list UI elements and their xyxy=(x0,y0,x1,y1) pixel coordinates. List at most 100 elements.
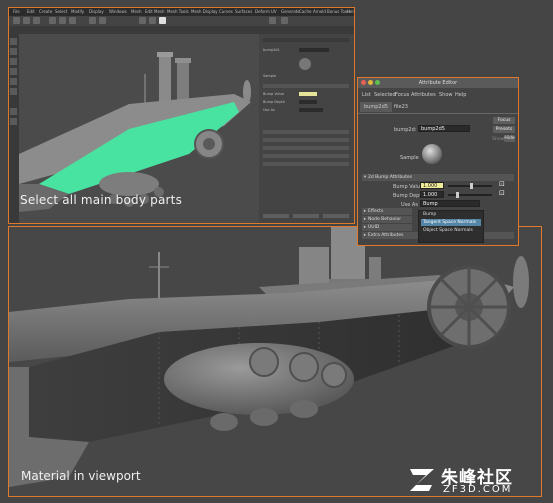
menu-item[interactable]: Deform xyxy=(255,8,270,16)
menu-item[interactable]: Display xyxy=(89,8,104,16)
layout-icon[interactable] xyxy=(10,108,17,115)
menu-item[interactable]: Create xyxy=(39,8,52,16)
menu-list[interactable]: List xyxy=(362,90,371,100)
bump-value-field[interactable]: 1.000 xyxy=(420,182,444,189)
panel-button[interactable] xyxy=(263,214,289,218)
node-name-field[interactable]: bump2d5 xyxy=(418,125,470,132)
zf3d-logo-icon xyxy=(410,469,434,491)
panel-section[interactable] xyxy=(263,154,349,158)
menu-item[interactable]: Mesh Display xyxy=(191,8,218,16)
menu-item[interactable]: Curves xyxy=(219,8,233,16)
tab-file23[interactable]: file23 xyxy=(390,102,412,112)
menu-item[interactable]: Edit xyxy=(27,8,35,16)
panel-section[interactable] xyxy=(263,84,349,88)
map-button-icon[interactable]: ⊡ xyxy=(499,189,505,197)
section-effects[interactable]: ▸ Effects xyxy=(362,208,412,215)
menu-focus[interactable]: Focus xyxy=(395,90,409,100)
focus-button[interactable]: Focus xyxy=(493,117,515,124)
panel-section[interactable] xyxy=(263,162,349,166)
toolbar-button[interactable] xyxy=(89,17,96,24)
bump2d-label: bump2d: xyxy=(394,127,417,133)
lasso-tool-icon[interactable] xyxy=(10,48,17,55)
tab-bump2d5[interactable]: bump2d5 xyxy=(360,102,392,112)
toolbar-button[interactable] xyxy=(281,17,288,24)
presets-button[interactable]: Presets xyxy=(493,126,515,133)
bump-depth-field[interactable]: 1.000 xyxy=(420,191,444,198)
menu-item[interactable]: Surfaces xyxy=(235,8,252,16)
menu-item[interactable]: Modify xyxy=(71,8,84,16)
sample-label: Sample xyxy=(400,155,419,161)
hide-button[interactable]: Hide xyxy=(504,135,515,142)
menu-item[interactable]: Arnold xyxy=(313,8,326,16)
panel-row: Sample xyxy=(263,74,277,78)
menu-item[interactable]: Windows xyxy=(109,8,127,16)
use-as-dropdown-menu: Bump Tangent Space Normals Object Space … xyxy=(418,210,484,243)
map-button-icon[interactable]: ⊡ xyxy=(499,180,505,188)
menu-item[interactable]: File xyxy=(13,8,20,16)
toolbar-button[interactable] xyxy=(13,17,20,24)
panel-field[interactable] xyxy=(299,100,317,104)
menu-item[interactable]: Generate xyxy=(281,8,300,16)
maya-toolbox xyxy=(9,34,19,223)
toolbar-button[interactable] xyxy=(99,17,106,24)
dropdown-option[interactable]: Object Space Normals xyxy=(421,227,481,234)
menu-selected[interactable]: Selected xyxy=(374,90,396,100)
section-node-behavior[interactable]: ▸ Node Behavior xyxy=(362,216,412,223)
scale-tool-icon[interactable] xyxy=(10,88,17,95)
menu-item[interactable]: Select xyxy=(55,8,67,16)
menu-show[interactable]: Show xyxy=(439,90,453,100)
select-tool-icon[interactable] xyxy=(10,38,17,45)
dropdown-option-selected[interactable]: Tangent Space Normals xyxy=(421,219,481,226)
toolbar-button[interactable] xyxy=(23,17,30,24)
panel-section[interactable] xyxy=(263,138,349,142)
panel-field[interactable] xyxy=(299,48,329,52)
menu-item[interactable]: Cache xyxy=(299,8,311,16)
section-label: UUID xyxy=(368,225,380,230)
toolbar-button[interactable] xyxy=(159,17,166,24)
sample-swatch xyxy=(299,58,311,70)
menu-item[interactable]: Mesh Tools xyxy=(167,8,189,16)
toolbar-button[interactable] xyxy=(269,17,276,24)
bump-depth-slider[interactable] xyxy=(448,194,492,196)
panel-button[interactable] xyxy=(293,214,319,218)
menu-item[interactable]: Mesh xyxy=(131,8,142,16)
slider-handle[interactable] xyxy=(456,192,459,198)
section-label: Effects xyxy=(368,209,384,214)
toolbar-button[interactable] xyxy=(59,17,66,24)
minimize-icon[interactable] xyxy=(368,80,373,85)
dropdown-option[interactable]: Bump xyxy=(421,211,481,218)
attribute-editor-window: Attribute Editor List Selected Focus Att… xyxy=(357,77,519,246)
panel-button[interactable] xyxy=(323,214,349,218)
close-icon[interactable] xyxy=(361,80,366,85)
panel-field[interactable] xyxy=(299,92,317,96)
toolbar-button[interactable] xyxy=(149,17,156,24)
menu-item[interactable]: UV xyxy=(271,8,277,16)
move-tool-icon[interactable] xyxy=(10,68,17,75)
panel-section[interactable] xyxy=(263,146,349,150)
layout-icon[interactable] xyxy=(10,118,17,125)
use-as-select[interactable]: Bump xyxy=(420,200,480,207)
maximize-icon[interactable] xyxy=(375,80,380,85)
section-label: 2d Bump Attributes xyxy=(368,175,412,180)
watermark: 朱峰社区 ZF3D.COM xyxy=(407,463,547,497)
sample-swatch-icon xyxy=(422,144,442,164)
toolbar-button[interactable] xyxy=(139,17,146,24)
caption-bottom: Material in viewport xyxy=(21,469,141,483)
paint-tool-icon[interactable] xyxy=(10,58,17,65)
section-2d-bump-attributes[interactable]: ▾ 2d Bump Attributes xyxy=(362,174,514,181)
menu-help[interactable]: Help xyxy=(455,90,466,100)
menu-item[interactable]: Edit Mesh xyxy=(145,8,165,16)
toolbar-button[interactable] xyxy=(69,17,76,24)
panel-field[interactable] xyxy=(299,108,323,112)
slider-handle[interactable] xyxy=(470,183,473,189)
section-uuid[interactable]: ▸ UUID xyxy=(362,224,412,231)
caption-top: Select all main body parts xyxy=(20,193,183,207)
bump-value-label: Bump Value xyxy=(393,184,423,190)
toolbar-button[interactable] xyxy=(49,17,56,24)
menu-item[interactable]: Help xyxy=(347,8,354,16)
rotate-tool-icon[interactable] xyxy=(10,78,17,85)
toolbar-button[interactable] xyxy=(33,17,40,24)
panel-tabs[interactable] xyxy=(263,38,349,42)
panel-section[interactable] xyxy=(263,130,349,134)
menu-attributes[interactable]: Attributes xyxy=(411,90,436,100)
